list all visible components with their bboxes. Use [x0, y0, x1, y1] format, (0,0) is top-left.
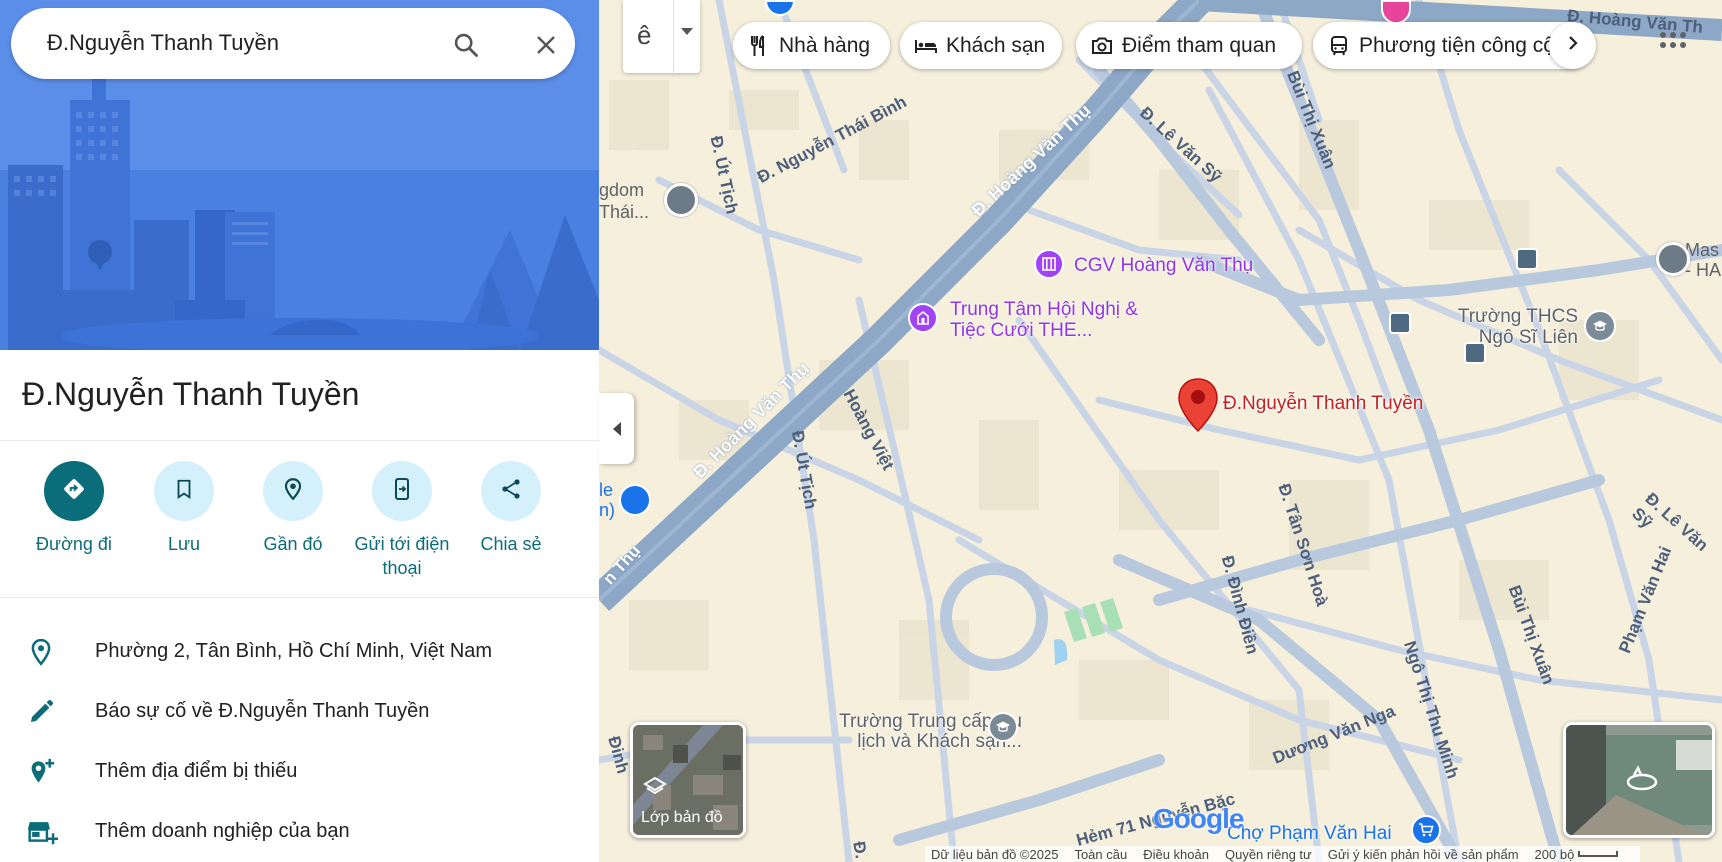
action-label: Gần đó	[263, 534, 323, 554]
market-icon	[1411, 815, 1441, 845]
chip-label: Nhà hàng	[779, 33, 871, 57]
share-button[interactable]: Chia sẻ	[456, 460, 566, 556]
camera-icon	[1090, 34, 1114, 58]
event-icon	[908, 303, 938, 333]
chip-hotels[interactable]: Khách sạn	[900, 22, 1062, 69]
location-pin-icon	[26, 637, 56, 667]
school-icon	[988, 712, 1018, 742]
poi-name: CGV Hoàng Văn Thụ	[1074, 255, 1254, 276]
share-icon	[499, 477, 523, 506]
place-panel: Đ.Nguyễn Thanh Tuyền Đường đi Lưu Gần đó…	[0, 0, 599, 862]
collapse-panel-button[interactable]	[599, 393, 634, 464]
attribution-data: Dữ liệu bản đồ ©2025	[931, 846, 1059, 862]
chevron-down-icon[interactable]	[681, 28, 693, 35]
search-input[interactable]	[47, 28, 427, 58]
google-logo: Google	[1153, 803, 1244, 835]
bus-stop-icon[interactable]	[1516, 248, 1538, 270]
map-canvas[interactable]: Đ. Hoàng Văn Thụ Đ. Hoàng Văn Thụ Đ. Ngu…	[599, 0, 1722, 862]
shopping-icon[interactable]	[619, 484, 651, 516]
add-business-row[interactable]: Thêm doanh nghiệp của bạn	[0, 803, 599, 859]
bus-stop-icon[interactable]	[1464, 342, 1486, 364]
caret-left-icon	[612, 421, 621, 436]
poi-name: Chợ Phạm Văn Hai	[1227, 823, 1392, 844]
cinema-icon	[1034, 249, 1064, 279]
chip-label: Phương tiện công cộng	[1359, 33, 1579, 57]
restaurant-icon	[747, 34, 771, 58]
action-label: Gửi tới điện thoại	[354, 534, 450, 578]
pencil-icon	[26, 697, 56, 727]
search-icon[interactable]	[451, 30, 481, 60]
add-location-icon	[26, 757, 56, 787]
add-missing-place-text: Thêm địa điểm bị thiếu	[95, 760, 298, 782]
bookmark-icon	[173, 478, 195, 505]
address-row[interactable]: Phường 2, Tân Bình, Hồ Chí Minh, Việt Na…	[0, 623, 599, 679]
place-title: Đ.Nguyễn Thanh Tuyền	[22, 376, 360, 412]
attribution-privacy-link[interactable]: Quyền riêng tư	[1225, 847, 1312, 862]
transit-icon	[1327, 34, 1351, 58]
map-layers-button[interactable]: Lớp bản đồ	[630, 722, 746, 838]
layers-icon	[643, 775, 667, 804]
add-business-icon	[26, 817, 58, 847]
chevron-right-icon	[1564, 34, 1582, 57]
rotate-360-icon	[1624, 765, 1660, 800]
action-buttons: Đường đi Lưu Gần đó Gửi tới điện thoại C…	[0, 460, 599, 590]
map-attribution: Dữ liệu bản đồ ©2025 Toàn cầu Điều khoản…	[925, 846, 1641, 862]
action-label: Đường đi	[36, 534, 112, 554]
save-button[interactable]: Lưu	[129, 460, 239, 556]
search-box	[11, 8, 575, 79]
bus-stop-icon[interactable]	[1389, 312, 1411, 334]
address-text: Phường 2, Tân Bình, Hồ Chí Minh, Việt Na…	[95, 640, 493, 662]
chip-attractions[interactable]: Điểm tham quan	[1076, 22, 1302, 69]
attribution-terms-link[interactable]: Điều khoản	[1143, 847, 1209, 862]
chip-label: Khách sạn	[946, 33, 1046, 57]
send-to-phone-button[interactable]: Gửi tới điện thoại	[347, 460, 457, 580]
divider	[673, 0, 674, 73]
report-issue-row[interactable]: Báo sự cố về Đ.Nguyễn Thanh Tuyền	[0, 683, 599, 739]
place-marker-icon[interactable]	[1656, 242, 1690, 276]
map-pin-icon	[1177, 377, 1219, 438]
chip-restaurants[interactable]: Nhà hàng	[733, 22, 890, 69]
send-to-phone-icon	[390, 477, 414, 506]
report-issue-text: Báo sự cố về Đ.Nguyễn Thanh Tuyền	[95, 700, 430, 722]
divider	[0, 440, 599, 441]
scale-bar	[1578, 851, 1619, 857]
action-label: Lưu	[167, 534, 201, 554]
hotel-icon	[914, 34, 938, 58]
nearby-button[interactable]: Gần đó	[238, 460, 348, 556]
add-missing-place-row[interactable]: Thêm địa điểm bị thiếu	[0, 743, 599, 799]
poi-name: Trung Tâm Hội Nghị & Tiệc Cưới THE...	[950, 299, 1138, 341]
google-logo-text: Google	[1153, 803, 1244, 834]
close-icon[interactable]	[531, 30, 561, 60]
ime-character: ê	[637, 20, 652, 50]
marker-label: Đ.Nguyễn Thanh Tuyền	[1223, 393, 1424, 414]
scale-label[interactable]: 200 bộ	[1535, 847, 1575, 862]
place-marker-icon[interactable]	[664, 183, 698, 217]
school-icon	[1584, 310, 1616, 342]
layers-label: Lớp bản đồ	[641, 809, 723, 826]
directions-icon	[61, 476, 87, 507]
street-view-button[interactable]	[1563, 722, 1715, 838]
add-business-text: Thêm doanh nghiệp của bạn	[95, 820, 350, 842]
attribution-feedback-link[interactable]: Gửi ý kiến phản hồi về sản phẩm	[1328, 847, 1519, 862]
nearby-icon	[280, 476, 306, 507]
directions-button[interactable]: Đường đi	[19, 460, 129, 556]
google-apps-icon[interactable]	[1656, 28, 1690, 62]
attribution-global-link[interactable]: Toàn cầu	[1074, 847, 1127, 862]
divider	[0, 597, 599, 598]
action-label: Chia sẻ	[480, 534, 542, 554]
input-tools-button[interactable]: ê	[623, 0, 700, 73]
chip-label: Điểm tham quan	[1122, 33, 1277, 57]
chips-next-button[interactable]	[1549, 22, 1596, 69]
